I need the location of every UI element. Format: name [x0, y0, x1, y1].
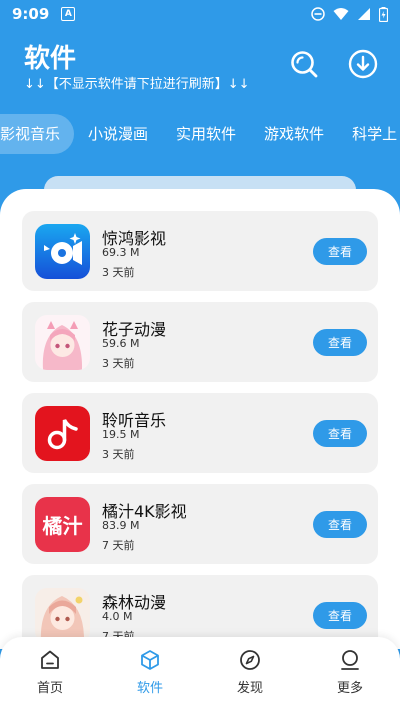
- home-icon: [41, 650, 59, 669]
- page-title: 软件: [24, 44, 77, 74]
- nav-more-label: 更多: [336, 681, 363, 696]
- status-bar: 9:09 A: [0, 0, 400, 28]
- tab-science[interactable]: 科学上: [338, 114, 400, 154]
- notification-a-icon: A: [61, 7, 76, 21]
- nav-discover[interactable]: 发现: [200, 637, 300, 710]
- view-button[interactable]: 查看: [313, 602, 367, 629]
- music-note-icon: [35, 406, 90, 461]
- app-list: 惊鸿影视 69.3 M 3 天前 查看 花子动漫 59.6 M 3 天前 查看: [0, 189, 400, 649]
- tab-utilities[interactable]: 实用软件: [162, 114, 250, 154]
- download-button[interactable]: [347, 48, 379, 80]
- list-item[interactable]: 聆听音乐 19.5 M 3 天前 查看: [22, 393, 378, 473]
- view-button[interactable]: 查看: [313, 238, 367, 265]
- signal-icon: [358, 8, 370, 20]
- list-item[interactable]: 橘汁 橘汁4K影视 83.9 M 7 天前 查看: [22, 484, 378, 564]
- view-button[interactable]: 查看: [313, 420, 367, 447]
- juzhi-text-icon: 橘汁: [35, 497, 90, 552]
- film-camera-icon: [35, 224, 90, 279]
- app-updated: 7 天前: [102, 539, 135, 552]
- search-button[interactable]: [288, 48, 320, 80]
- nav-home[interactable]: 首页: [0, 637, 100, 710]
- search-icon: [291, 51, 318, 78]
- tab-novels-comics[interactable]: 小说漫画: [74, 114, 162, 154]
- category-tabs: 影视音乐 小说漫画 实用软件 游戏软件 科学上: [0, 114, 400, 154]
- view-button[interactable]: 查看: [313, 329, 367, 356]
- status-icons: [311, 6, 388, 22]
- dnd-icon: [311, 7, 325, 21]
- wifi-icon: [333, 8, 349, 20]
- status-time: 9:09: [12, 5, 50, 23]
- compass-icon: [240, 650, 260, 670]
- app-size: 83.9 M: [102, 519, 140, 532]
- nav-home-label: 首页: [36, 681, 63, 696]
- app-size: 69.3 M: [102, 246, 140, 259]
- nav-discover-label: 发现: [236, 681, 263, 696]
- battery-icon: [379, 6, 388, 22]
- nav-software-label: 软件: [136, 681, 163, 696]
- anime-girl-icon: [35, 315, 90, 370]
- list-item[interactable]: 花子动漫 59.6 M 3 天前 查看: [22, 302, 378, 382]
- app-size: 4.0 M: [102, 610, 133, 623]
- app-updated: 3 天前: [102, 266, 135, 279]
- app-size: 59.6 M: [102, 337, 140, 350]
- nav-software[interactable]: 软件: [100, 637, 200, 710]
- anime-girl-icon: [35, 588, 90, 643]
- bottom-nav: 首页 软件 发现 更多: [0, 637, 400, 710]
- view-button[interactable]: 查看: [313, 511, 367, 538]
- app-updated: 3 天前: [102, 357, 135, 370]
- tab-games[interactable]: 游戏软件: [250, 114, 338, 154]
- app-size: 19.5 M: [102, 428, 140, 441]
- cube-icon: [141, 650, 159, 670]
- refresh-hint: ↓↓【不显示软件请下拉进行刷新】↓↓: [24, 77, 250, 92]
- app-updated: 3 天前: [102, 448, 135, 461]
- download-icon: [348, 49, 378, 79]
- list-item[interactable]: 惊鸿影视 69.3 M 3 天前 查看: [22, 211, 378, 291]
- person-icon: [341, 650, 359, 670]
- tab-movies-music[interactable]: 影视音乐: [0, 114, 75, 154]
- nav-more[interactable]: 更多: [300, 637, 400, 710]
- juzhi-icon-text: 橘汁: [42, 514, 83, 538]
